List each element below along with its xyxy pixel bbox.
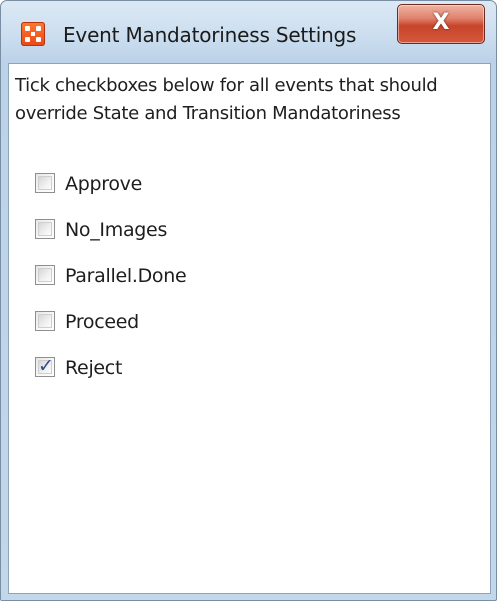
event-label[interactable]: No_Images [65, 216, 167, 244]
event-checkbox[interactable] [35, 311, 55, 331]
event-checkbox[interactable] [35, 265, 55, 285]
event-label[interactable]: Approve [65, 170, 142, 198]
close-icon: X [432, 10, 450, 35]
title-bar[interactable]: Event Mandatoriness Settings X [1, 1, 496, 63]
event-checkbox[interactable] [35, 173, 55, 193]
event-label[interactable]: Reject [65, 354, 122, 382]
app-grid-icon[interactable] [21, 22, 45, 46]
close-button[interactable]: X [397, 4, 485, 44]
event-label[interactable]: Proceed [65, 308, 139, 336]
event-checkbox[interactable] [35, 355, 55, 377]
instruction-text: Tick checkboxes below for all events tha… [15, 75, 438, 124]
settings-panel: Tick checkboxes below for all events tha… [8, 63, 491, 594]
event-label[interactable]: Parallel.Done [65, 262, 187, 290]
window-title: Event Mandatoriness Settings [63, 23, 357, 47]
dialog-window: Event Mandatoriness Settings X Tick chec… [0, 0, 497, 601]
event-checkbox[interactable] [35, 219, 55, 239]
